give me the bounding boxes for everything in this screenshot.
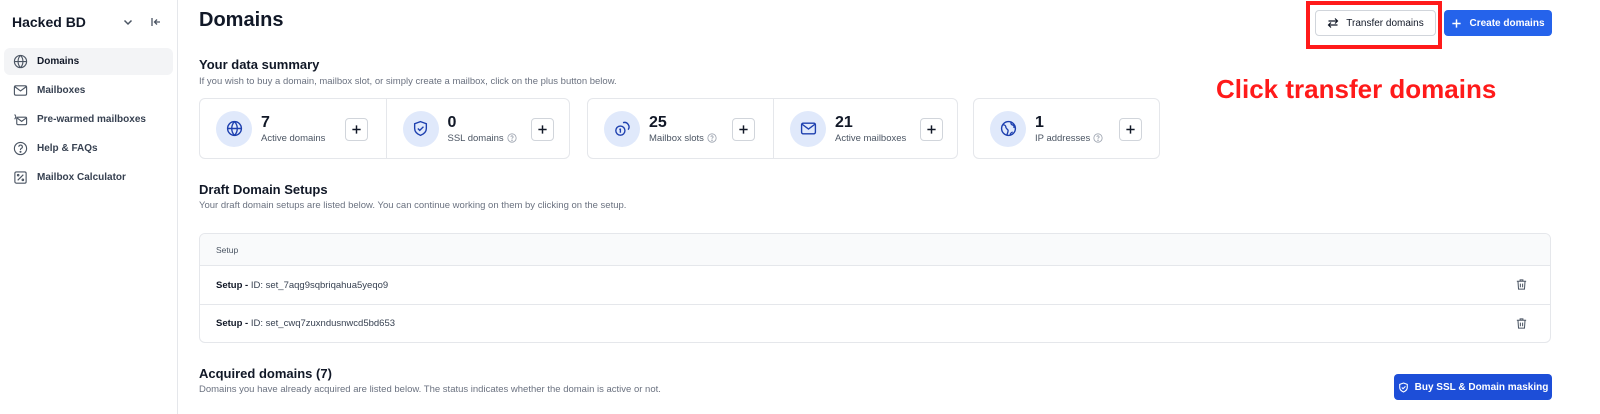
network-globe-icon bbox=[990, 110, 1026, 147]
plus-icon bbox=[1126, 125, 1135, 134]
shield-check-icon bbox=[402, 110, 439, 147]
sidebar-item-label: Domains bbox=[37, 56, 80, 67]
plus-icon bbox=[927, 125, 936, 134]
acquired-subtitle: Domains you have already acquired are li… bbox=[199, 384, 661, 395]
trash-icon[interactable] bbox=[1515, 278, 1528, 291]
help-circle-icon[interactable] bbox=[507, 133, 517, 143]
draft-setups-table: Setup Setup - ID: set_7aqg9sqbriqahua5ye… bbox=[199, 233, 1551, 343]
table-header: Setup bbox=[200, 234, 1550, 266]
add-domain-button[interactable] bbox=[345, 118, 368, 141]
stat-active-mailboxes: 21 Active mailboxes bbox=[773, 99, 957, 158]
stat-value: 7 bbox=[261, 113, 270, 131]
drafts-title: Draft Domain Setups bbox=[199, 182, 328, 197]
mail-icon bbox=[790, 110, 826, 147]
setup-id: Setup - ID: set_7aqg9sqbriqahua5yeqo9 bbox=[216, 279, 389, 291]
stat-value: 0 bbox=[447, 113, 457, 131]
stat-value: 1 bbox=[1035, 113, 1044, 131]
stat-value: 21 bbox=[835, 113, 853, 131]
coins-icon bbox=[604, 110, 640, 147]
table-row[interactable]: Setup - ID: set_cwq7zuxndusnwcd5bd653 bbox=[200, 304, 1550, 342]
stat-value: 25 bbox=[649, 113, 667, 131]
table-row[interactable]: Setup - ID: set_7aqg9sqbriqahua5yeqo9 bbox=[200, 266, 1550, 304]
workspace-header[interactable]: Hacked BD bbox=[0, 0, 177, 44]
globe-icon bbox=[12, 54, 28, 70]
sidebar-item-domains[interactable]: Domains bbox=[4, 48, 173, 75]
drafts-subtitle: Your draft domain setups are listed belo… bbox=[199, 200, 627, 211]
globe-icon bbox=[216, 110, 252, 147]
acquired-title: Acquired domains (7) bbox=[199, 366, 332, 381]
stat-label: Active mailboxes bbox=[835, 132, 907, 144]
stat-label: Mailbox slots bbox=[649, 133, 717, 144]
annotation-text: Click transfer domains bbox=[1216, 74, 1497, 104]
sidebar-nav: Domains Mailboxes Pre-warmed mailboxes H… bbox=[0, 44, 177, 197]
summary-subtitle: If you wish to buy a domain, mailbox slo… bbox=[199, 76, 617, 87]
workspace-name: Hacked BD bbox=[12, 14, 86, 30]
add-ip-button[interactable] bbox=[1119, 118, 1142, 141]
chevron-down-icon[interactable] bbox=[119, 13, 137, 31]
add-mailbox-slot-button[interactable] bbox=[732, 118, 755, 141]
trash-icon[interactable] bbox=[1515, 317, 1528, 330]
stats-card-mailboxes: 25 Mailbox slots 21 Active mailboxes bbox=[587, 98, 958, 159]
sidebar-item-help-faqs[interactable]: Help & FAQs bbox=[4, 135, 173, 162]
add-mailbox-button[interactable] bbox=[920, 118, 943, 141]
help-circle-icon[interactable] bbox=[707, 133, 717, 143]
help-circle-icon bbox=[12, 141, 28, 157]
plus-icon bbox=[352, 125, 361, 134]
sidebar-item-label: Mailboxes bbox=[37, 85, 86, 96]
annotation-highlight-box bbox=[1306, 1, 1442, 49]
stat-ssl-domains: 0 SSL domains bbox=[385, 99, 570, 158]
mail-icon bbox=[12, 83, 28, 99]
main-content: Domains Transfer domains Create domains … bbox=[179, 0, 1600, 414]
page-title: Domains bbox=[199, 9, 284, 31]
plus-icon bbox=[1451, 18, 1462, 29]
create-domains-label: Create domains bbox=[1469, 17, 1545, 29]
prewarmed-icon bbox=[12, 112, 28, 128]
create-domains-button[interactable]: Create domains bbox=[1444, 10, 1552, 36]
stat-label: SSL domains bbox=[448, 133, 517, 144]
stat-active-domains: 7 Active domains bbox=[200, 99, 386, 158]
column-header-setup: Setup bbox=[216, 244, 239, 255]
stats-card-ip: 1 IP addresses bbox=[973, 98, 1160, 159]
plus-icon bbox=[739, 125, 748, 134]
sidebar: Hacked BD Domains Mailboxes Pre-warmed m… bbox=[0, 0, 178, 414]
sidebar-item-prewarmed-mailboxes[interactable]: Pre-warmed mailboxes bbox=[4, 106, 173, 133]
collapse-sidebar-icon[interactable] bbox=[147, 13, 165, 31]
calculator-icon bbox=[12, 170, 28, 186]
sidebar-item-mailboxes[interactable]: Mailboxes bbox=[4, 77, 173, 104]
sidebar-item-label: Mailbox Calculator bbox=[37, 172, 126, 183]
help-circle-icon[interactable] bbox=[1093, 133, 1103, 143]
sidebar-item-label: Pre-warmed mailboxes bbox=[37, 114, 146, 125]
stat-ip-addresses: 1 IP addresses bbox=[974, 99, 1159, 158]
setup-id: Setup - ID: set_cwq7zuxndusnwcd5bd653 bbox=[216, 318, 396, 329]
plus-icon bbox=[537, 125, 547, 134]
shield-check-icon bbox=[1398, 381, 1409, 393]
summary-title: Your data summary bbox=[199, 57, 320, 72]
sidebar-item-mailbox-calculator[interactable]: Mailbox Calculator bbox=[4, 164, 173, 191]
sidebar-item-label: Help & FAQs bbox=[37, 143, 98, 154]
add-ssl-button[interactable] bbox=[530, 118, 554, 141]
stat-label: IP addresses bbox=[1035, 133, 1103, 144]
buy-ssl-label: Buy SSL & Domain masking bbox=[1414, 381, 1549, 393]
stat-label: Active domains bbox=[261, 132, 326, 144]
stat-mailbox-slots: 25 Mailbox slots bbox=[588, 99, 773, 158]
buy-ssl-button[interactable]: Buy SSL & Domain masking bbox=[1394, 374, 1552, 400]
stats-card-domains: 7 Active domains 0 SSL domains bbox=[199, 98, 570, 159]
